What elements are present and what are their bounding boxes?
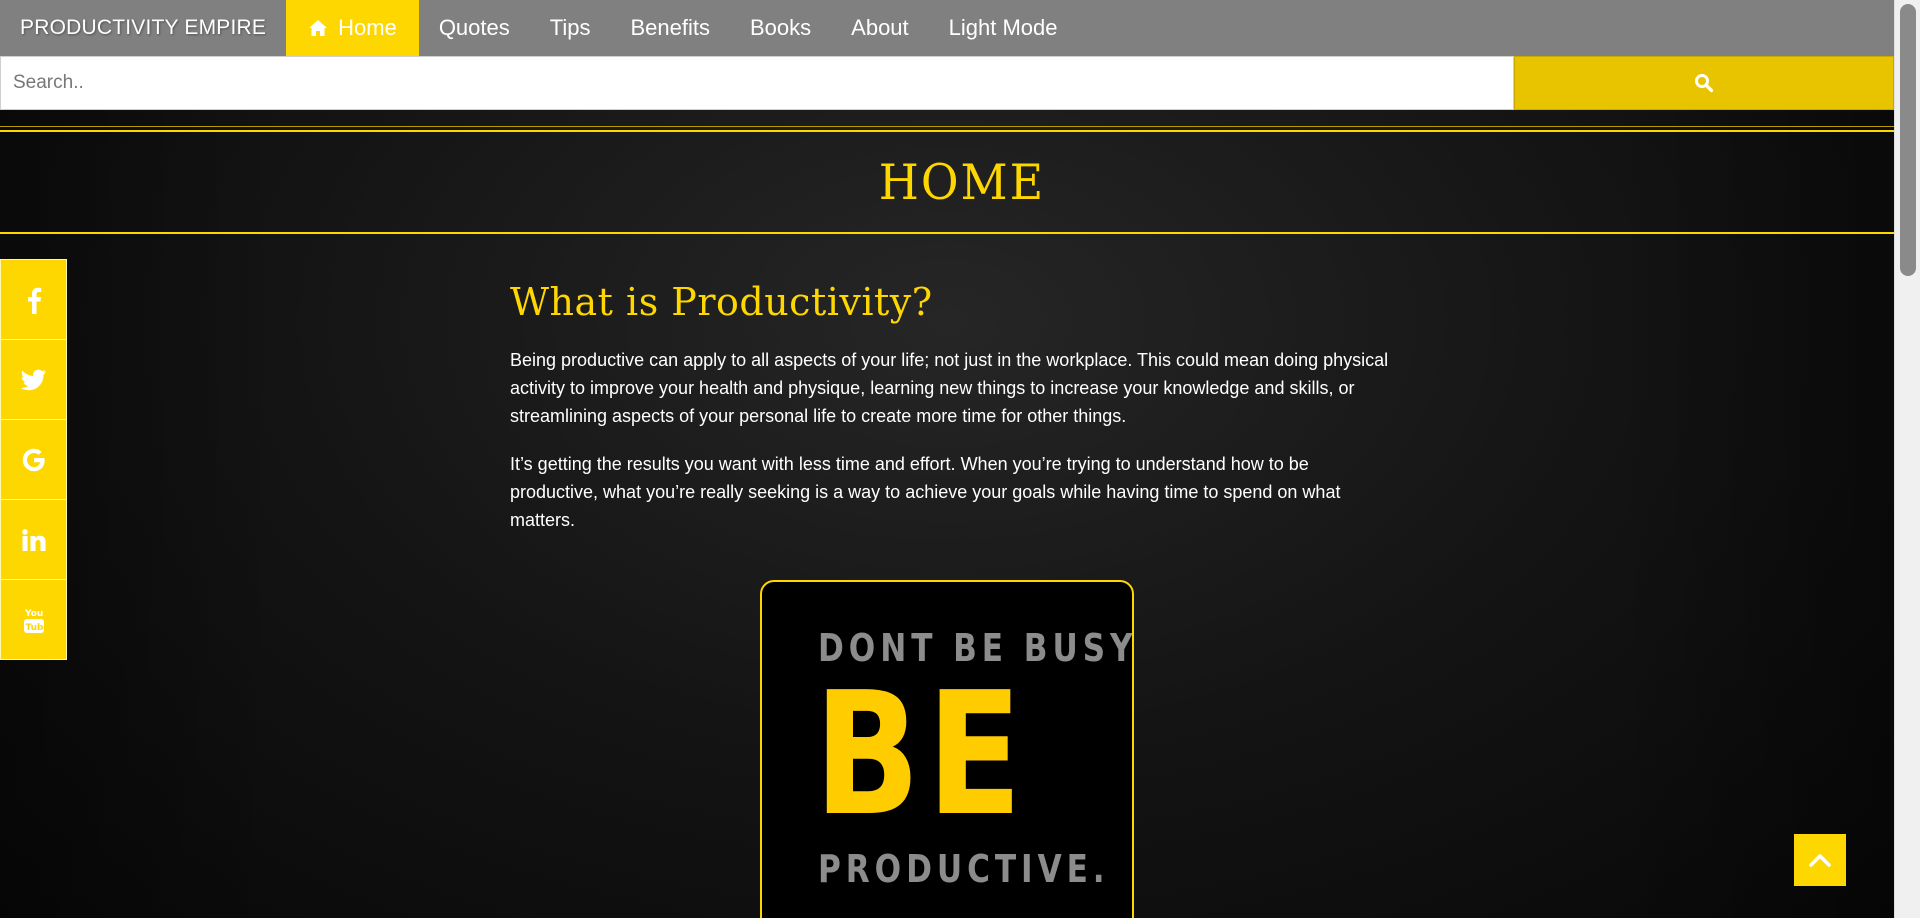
nav-item-home[interactable]: Home: [286, 0, 419, 56]
back-to-top-button[interactable]: [1794, 834, 1846, 886]
chevron-up-icon: [1809, 854, 1831, 867]
paragraph: It’s getting the results you want with l…: [510, 454, 1341, 530]
social-sidebar: You Tube: [0, 259, 67, 660]
google-icon: [22, 448, 45, 471]
nav-item-light-mode[interactable]: Light Mode: [929, 0, 1078, 56]
brand-logo-text[interactable]: PRODUCTIVITY EMPIRE: [0, 0, 286, 56]
nav-item-about[interactable]: About: [831, 0, 929, 56]
svg-text:Tube: Tube: [25, 623, 45, 633]
poster-line-bottom: PRODUCTIVE.: [818, 847, 1110, 891]
nav-item-tips[interactable]: Tips: [530, 0, 611, 56]
motivational-poster-image: DONT BE BUSY BE PRODUCTIVE.: [760, 580, 1134, 918]
section-heading: What is Productivity?: [510, 280, 933, 324]
facebook-icon: [27, 287, 41, 314]
search-bar: [0, 56, 1894, 110]
svg-text:You: You: [24, 609, 43, 619]
facebook-button[interactable]: [1, 260, 66, 340]
page-title: HOME: [878, 153, 1046, 211]
nav-item-quotes[interactable]: Quotes: [419, 0, 530, 56]
search-button[interactable]: [1514, 56, 1894, 110]
page-header: HOME: [0, 126, 1894, 234]
youtube-icon: You Tube: [23, 609, 45, 633]
twitter-icon: [20, 369, 46, 390]
home-icon: [309, 20, 328, 36]
nav-item-label: Home: [338, 15, 397, 40]
linkedin-icon: [21, 528, 45, 551]
search-icon: [1695, 74, 1714, 93]
scrollbar-thumb[interactable]: [1900, 4, 1916, 276]
youtube-button[interactable]: You Tube: [1, 580, 66, 659]
twitter-button[interactable]: [1, 340, 66, 420]
main-content: What is Productivity? Being productive c…: [510, 280, 1390, 554]
page-scrollbar[interactable]: [1894, 0, 1920, 918]
page-viewport: PRODUCTIVITY EMPIRE Home Quotes Tips Ben…: [0, 0, 1894, 918]
google-button[interactable]: [1, 420, 66, 500]
search-input[interactable]: [0, 56, 1514, 110]
nav-item-books[interactable]: Books: [730, 0, 831, 56]
linkedin-button[interactable]: [1, 500, 66, 580]
nav-item-benefits[interactable]: Benefits: [611, 0, 731, 56]
paragraph: Being productive can apply to all aspect…: [510, 350, 1389, 426]
poster-big-text: BE: [814, 656, 1029, 854]
top-navbar: PRODUCTIVITY EMPIRE Home Quotes Tips Ben…: [0, 0, 1894, 56]
